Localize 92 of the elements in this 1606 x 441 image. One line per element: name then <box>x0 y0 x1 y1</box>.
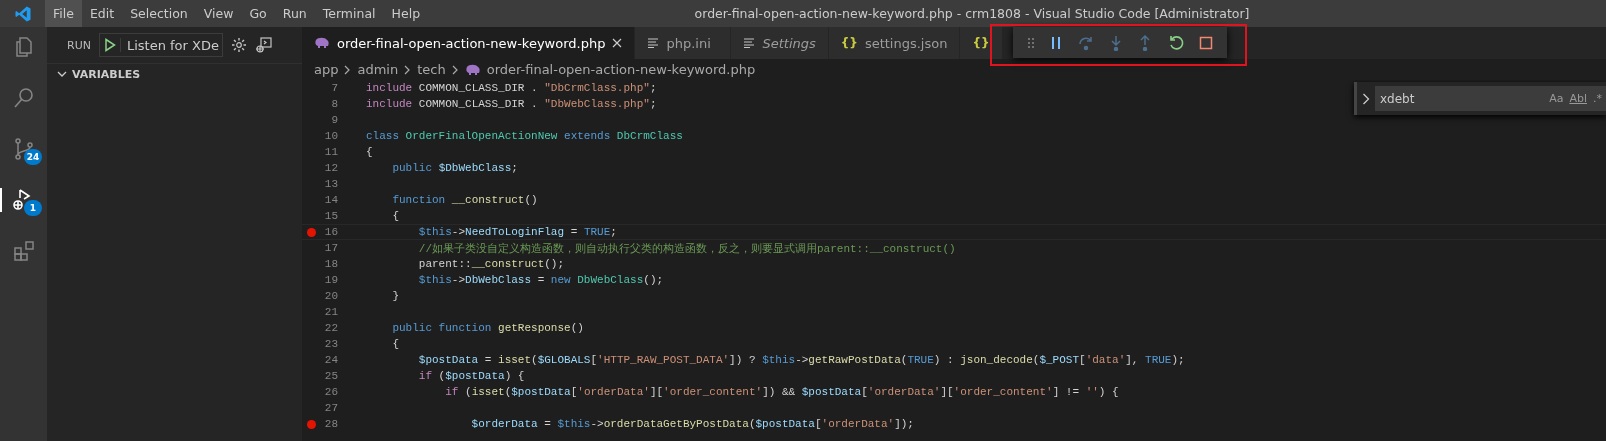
code-line: { <box>366 146 373 158</box>
code-line: class OrderFinalOpenActionNew extends DbCrmClass <box>366 130 683 142</box>
debug-console-icon[interactable] <box>254 36 273 54</box>
breadcrumb-item[interactable]: app <box>314 62 339 77</box>
app-logo-icon <box>14 4 32 23</box>
lines-icon <box>743 38 756 48</box>
braces-icon: {} <box>840 36 858 50</box>
breadcrumb-item[interactable]: tech <box>417 62 446 77</box>
line-number: 8 <box>330 98 338 110</box>
menu-item[interactable]: Selection <box>122 0 196 27</box>
line-number: 12 <box>323 162 338 174</box>
line-number: 20 <box>323 290 338 302</box>
find-option-toggle[interactable]: Abl <box>1569 92 1587 105</box>
line-number: 7 <box>330 82 338 94</box>
elephant-icon <box>464 63 481 76</box>
breakpoint-icon[interactable] <box>306 419 316 429</box>
chevron-right-icon <box>344 64 352 75</box>
code-line: $this->DbWebClass = new DbWebClass(); <box>417 274 664 286</box>
line-number: 14 <box>323 194 338 206</box>
code-line: $this->NeedToLoginFlag = TRUE; <box>417 226 617 238</box>
search-icon <box>11 86 36 110</box>
code-line: $postData = isset($GLOBALS['HTTP_RAW_POST_DATA']) ? $this->getRawPostData(TRUE) : json_decode($_POST['data'], TRUE); <box>417 354 1185 366</box>
restart-icon[interactable] <box>1167 34 1184 51</box>
line-number: 13 <box>323 178 338 190</box>
window-title: order-final-open-action-new-keyword.php - crm1808 - Visual Studio Code [Administrator] <box>693 6 1251 21</box>
line-number: 21 <box>323 306 338 318</box>
line-number: 27 <box>323 402 338 414</box>
play-icon[interactable] <box>103 38 121 52</box>
extensions-icon <box>11 239 36 263</box>
code-line: public $DbWebClass; <box>391 162 518 174</box>
menu-item[interactable]: View <box>195 0 242 27</box>
chevron-right-icon[interactable] <box>1362 92 1370 105</box>
elephant-icon <box>314 37 330 49</box>
editor-tab[interactable]: php.ini <box>635 27 732 59</box>
line-number: 9 <box>330 114 338 126</box>
editor-tab[interactable]: order-final-open-action-new-keyword.php <box>302 27 636 59</box>
line-number: 22 <box>323 322 338 334</box>
code-line: } <box>391 290 399 302</box>
pause-icon[interactable] <box>1050 35 1063 50</box>
lines-icon <box>647 38 660 48</box>
code-line: parent::__construct(); <box>417 258 565 270</box>
code-line: public function getResponse() <box>391 322 584 334</box>
menu-item[interactable]: File <box>45 0 82 27</box>
settings-icon[interactable] <box>230 37 247 53</box>
line-number: 25 <box>323 370 338 382</box>
code-line: function __construct() <box>391 194 538 206</box>
line-number: 16 <box>323 226 338 238</box>
chevron-icon <box>57 69 67 79</box>
count-badge: 1 <box>24 200 42 216</box>
configuration-dropdown[interactable]: Listen for XDe <box>98 33 223 57</box>
line-number: 11 <box>323 146 338 158</box>
sidebar-title: RUN <box>67 38 91 52</box>
code-line: $orderData = $this->orderDataGetByPostData($postData['orderData']); <box>470 418 914 430</box>
step-into-icon[interactable] <box>1108 34 1123 51</box>
editor-tab[interactable]: Settings <box>731 27 829 59</box>
menu-item[interactable]: Edit <box>81 0 123 27</box>
editor-tab[interactable]: {} <box>960 27 1003 59</box>
chevron-right-icon <box>451 64 459 75</box>
line-number: 10 <box>323 130 338 142</box>
line-number: 18 <box>323 258 338 270</box>
code-line: if ($postData) { <box>417 370 525 382</box>
menu-item[interactable]: Terminal <box>314 0 384 27</box>
drag-handle-icon[interactable] <box>1026 36 1035 49</box>
close-icon[interactable] <box>612 38 623 48</box>
line-number: 23 <box>323 338 338 350</box>
code-line: { <box>391 210 399 222</box>
breakpoint-icon[interactable] <box>306 227 316 237</box>
breadcrumb-item[interactable]: admin <box>357 62 399 77</box>
code-line: include COMMON_CLASS_DIR . "DbWebClass.php"; <box>366 98 657 110</box>
code-line: if (isset($postData['orderData']['order_content']) && $postData['orderData']['order_content'] != '') { <box>444 386 1119 398</box>
code-line: //如果子类没自定义构造函数，则自动执行父类的构造函数，反之，则要显式调用parent::__construct() <box>417 241 956 256</box>
line-number: 28 <box>323 418 338 430</box>
braces-icon: {} <box>972 36 990 50</box>
breadcrumb-item[interactable]: order-final-open-action-new-keyword.php <box>486 62 756 77</box>
line-number: 17 <box>323 242 338 254</box>
line-number: 24 <box>323 354 338 366</box>
menu-item[interactable]: Run <box>274 0 315 27</box>
code-line: { <box>391 338 399 350</box>
line-number: 15 <box>323 210 338 222</box>
step-over-icon[interactable] <box>1077 34 1094 51</box>
editor-tab[interactable]: {} settings.json <box>828 27 961 59</box>
find-input-field[interactable]: xdebt Aa Abl .* <box>1375 86 1606 111</box>
line-number: 26 <box>323 386 338 398</box>
menu-item[interactable]: Go <box>241 0 275 27</box>
line-number: 19 <box>323 274 338 286</box>
find-option-toggle[interactable]: Aa <box>1549 92 1564 105</box>
find-option-toggle[interactable]: .* <box>1593 92 1602 105</box>
stop-icon[interactable] <box>1199 35 1214 50</box>
count-badge: 24 <box>24 149 42 165</box>
code-line: include COMMON_CLASS_DIR . "DbCrmClass.php"; <box>366 82 657 94</box>
menu-item[interactable]: Help <box>383 0 429 27</box>
chevron-right-icon <box>404 64 412 75</box>
